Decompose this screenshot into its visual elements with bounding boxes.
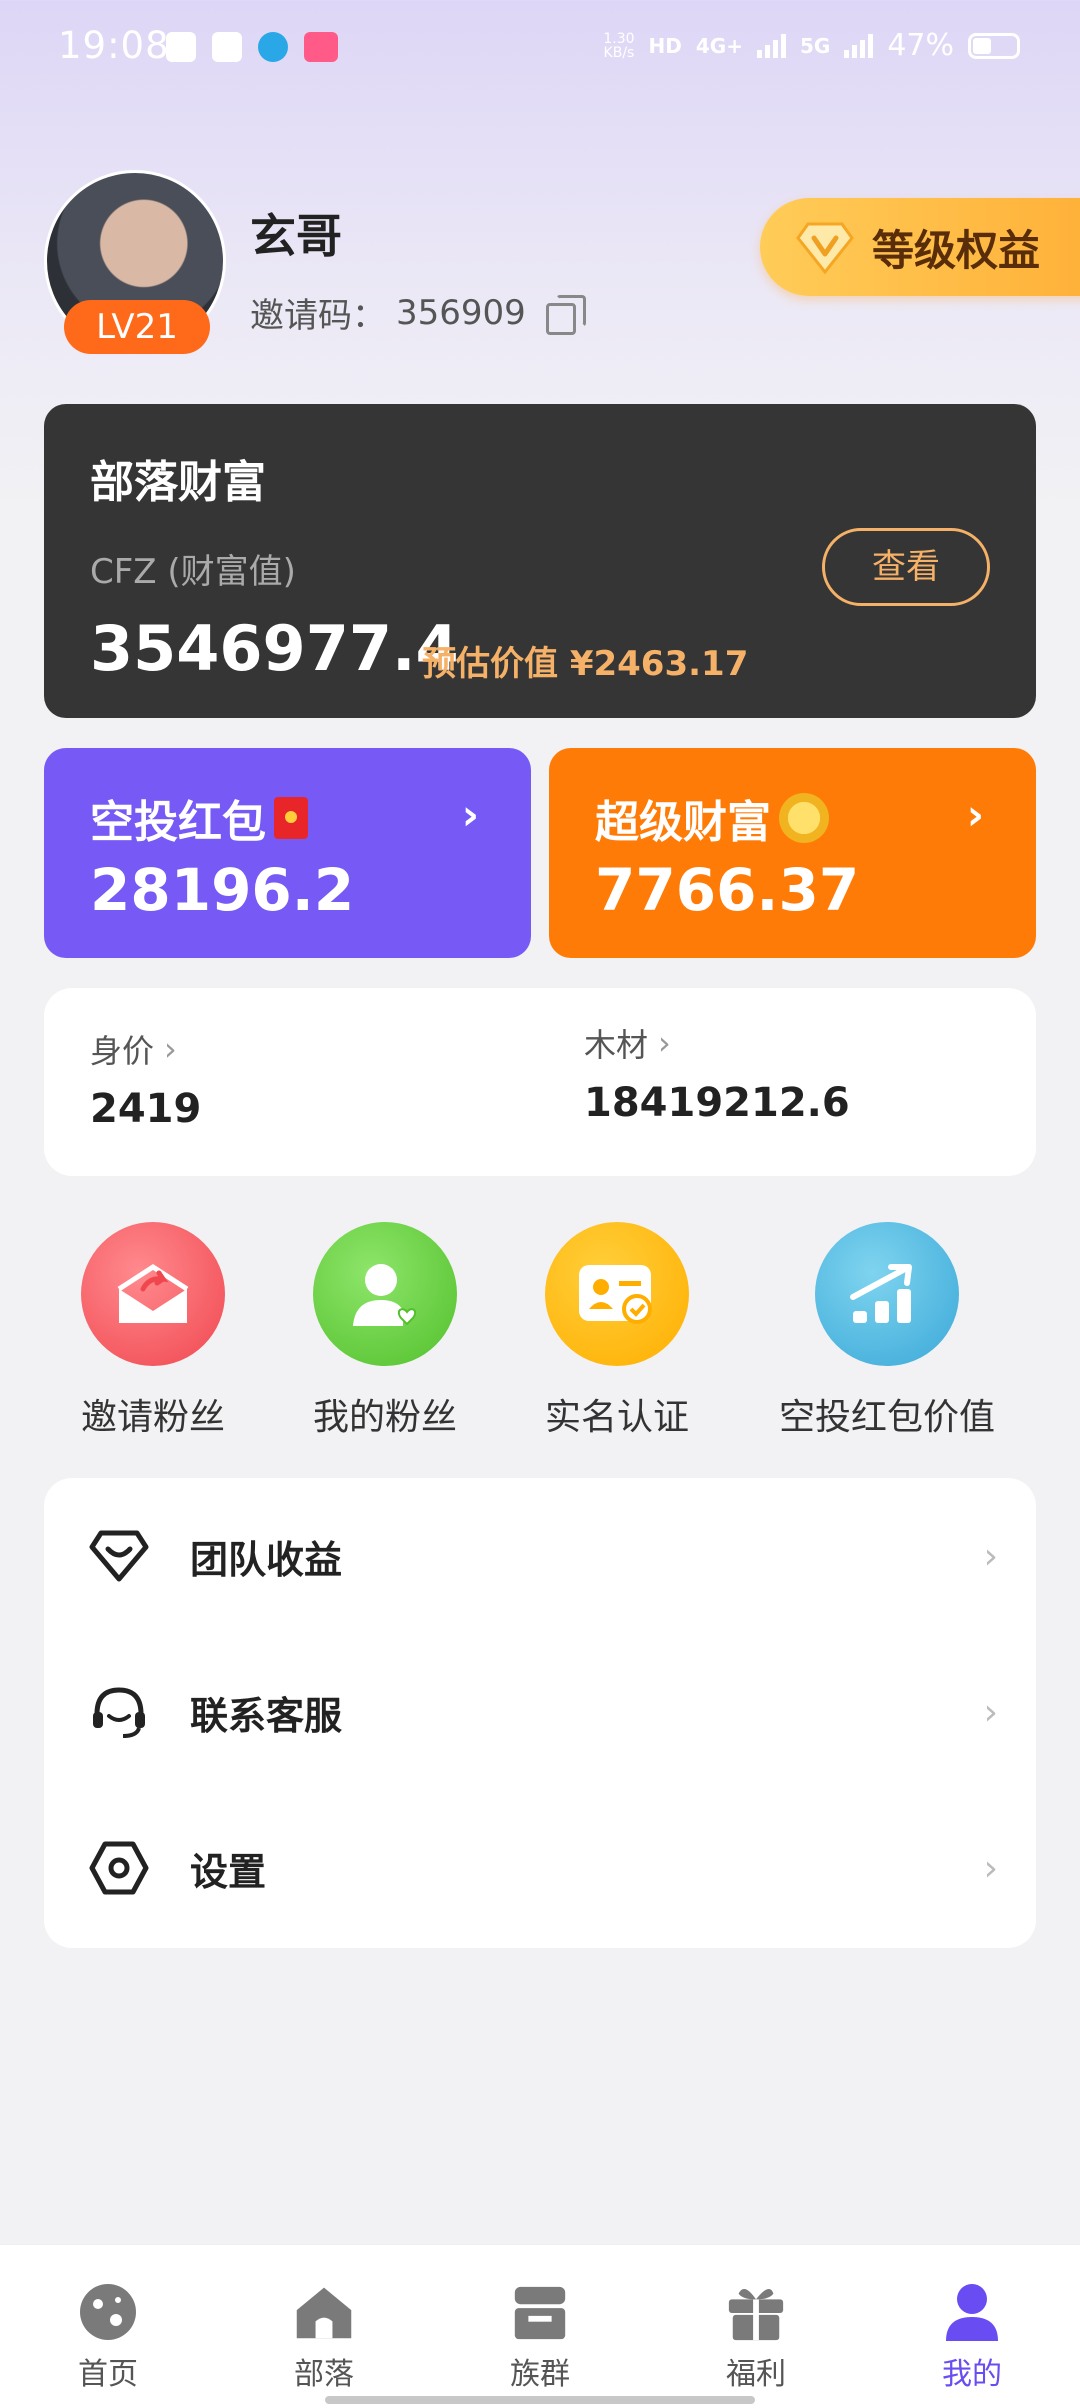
network-speed: 1.30 KB/s bbox=[603, 32, 634, 60]
tribe-wealth-card: 部落财富 CFZ (财富值) 3546977.4 预估价值 ¥2463.17 查… bbox=[44, 404, 1036, 718]
worth-label-row: 身价 › bbox=[90, 1026, 201, 1072]
menu-item-contact-service[interactable]: 联系客服 › bbox=[44, 1634, 1036, 1790]
bilibili-icon bbox=[304, 32, 338, 62]
signal-5g-icon bbox=[844, 33, 874, 58]
bottom-nav: 首页 部落 族群 福利 我的 bbox=[0, 2244, 1080, 2408]
nav-mine[interactable]: 我的 bbox=[864, 2245, 1080, 2408]
avatar-block[interactable]: LV21 bbox=[44, 170, 226, 354]
nav-home[interactable]: 首页 bbox=[0, 2245, 216, 2408]
chevron-right-icon: › bbox=[164, 1030, 177, 1068]
airdrop-red-packet-card[interactable]: 空投红包 28196.2 › bbox=[44, 748, 531, 958]
chat-app-icon bbox=[212, 32, 242, 62]
invite-fans-label: 邀请粉丝 bbox=[80, 1397, 225, 1438]
worth-stat[interactable]: 身价 › 2419 bbox=[90, 1026, 201, 1132]
signal-4g-icon bbox=[756, 33, 786, 58]
hd-icon: HD bbox=[648, 33, 682, 58]
nav-mine-label: 我的 bbox=[942, 2357, 1002, 2392]
store-icon bbox=[509, 2281, 571, 2343]
wealth-value: 3546977.4 bbox=[90, 612, 459, 685]
super-wealth-title-row: 超级财富 bbox=[595, 786, 829, 850]
verify-label: 实名认证 bbox=[544, 1397, 689, 1438]
my-fans-action[interactable]: 我的粉丝 bbox=[270, 1222, 500, 1440]
nav-group[interactable]: 族群 bbox=[432, 2245, 648, 2408]
level-rights-button[interactable]: 等级权益 bbox=[760, 198, 1080, 296]
airdrop-title: 空投红包 bbox=[90, 797, 266, 848]
notification-icons bbox=[166, 32, 338, 62]
chevron-right-icon: › bbox=[983, 1535, 998, 1577]
chevron-right-icon: › bbox=[966, 790, 984, 839]
airdrop-value-action[interactable]: 空投红包价值 bbox=[772, 1222, 1002, 1440]
chevron-right-icon: › bbox=[983, 1847, 998, 1889]
menu-list: 团队收益 › 联系客服 › 设置 › bbox=[44, 1478, 1036, 1948]
nav-tribe-label: 部落 bbox=[294, 2357, 354, 2392]
contact-service-label: 联系客服 bbox=[190, 1693, 343, 1738]
user-name: 玄哥 bbox=[250, 209, 342, 263]
verify-action[interactable]: 实名认证 bbox=[502, 1222, 732, 1440]
invite-code-row: 邀请码： 356909 bbox=[250, 288, 586, 337]
chevron-right-icon: › bbox=[461, 790, 479, 839]
airdrop-title-row: 空投红包 bbox=[90, 786, 308, 850]
my-fans-label: 我的粉丝 bbox=[312, 1397, 457, 1438]
wood-label-row: 木材 › bbox=[584, 1020, 850, 1066]
wood-value: 18419212.6 bbox=[584, 1080, 850, 1126]
invite-fans-action[interactable]: 邀请粉丝 bbox=[38, 1222, 268, 1440]
invite-code-value: 356909 bbox=[396, 292, 526, 333]
level-badge: LV21 bbox=[64, 300, 210, 354]
settings-label: 设置 bbox=[190, 1849, 267, 1894]
diamond-icon bbox=[796, 220, 854, 275]
home-indicator[interactable] bbox=[325, 2396, 755, 2404]
network-speed-value: 1.30 bbox=[603, 30, 635, 47]
super-wealth-card[interactable]: 超级财富 7766.37 › bbox=[549, 748, 1036, 958]
nav-welfare[interactable]: 福利 bbox=[648, 2245, 864, 2408]
battery-percent: 47% bbox=[887, 28, 954, 63]
nav-home-label: 首页 bbox=[78, 2357, 138, 2392]
nav-welfare-label: 福利 bbox=[726, 2357, 786, 2392]
invite-fans-icon bbox=[81, 1222, 225, 1366]
chevron-right-icon: › bbox=[658, 1024, 671, 1062]
worth-value: 2419 bbox=[90, 1086, 202, 1132]
wood-stat[interactable]: 木材 › 18419212.6 bbox=[584, 1020, 850, 1126]
status-bar: 19:08 1.30 KB/s HD 4G+ 5G 47% bbox=[0, 0, 1080, 100]
my-fans-icon bbox=[313, 1222, 457, 1366]
status-time: 19:08 bbox=[58, 24, 170, 67]
planet-icon bbox=[77, 2281, 139, 2343]
wealth-title: 部落财富 bbox=[90, 457, 266, 508]
diamond-outline-icon bbox=[86, 1523, 152, 1589]
nav-tribe[interactable]: 部落 bbox=[216, 2245, 432, 2408]
user-icon bbox=[941, 2281, 1003, 2343]
network-4g-label: 4G+ bbox=[695, 33, 743, 58]
worth-label: 身价 bbox=[90, 1032, 155, 1070]
wealth-subtitle: CFZ (财富值) bbox=[90, 552, 296, 592]
status-indicators: 1.30 KB/s HD 4G+ 5G 47% bbox=[603, 28, 1020, 63]
battery-icon bbox=[968, 32, 1020, 59]
qq-icon bbox=[258, 32, 288, 62]
settings-hex-icon bbox=[86, 1835, 152, 1901]
airdrop-value: 28196.2 bbox=[90, 856, 355, 924]
house-icon bbox=[293, 2281, 355, 2343]
super-wealth-value: 7766.37 bbox=[595, 856, 860, 924]
wood-label: 木材 bbox=[584, 1026, 649, 1064]
stats-card: 身价 › 2419 木材 › 18419212.6 bbox=[44, 988, 1036, 1176]
chart-up-icon bbox=[815, 1222, 959, 1366]
network-speed-unit: KB/s bbox=[603, 44, 635, 61]
airdrop-value-label: 空投红包价值 bbox=[778, 1397, 995, 1438]
id-card-icon bbox=[545, 1222, 689, 1366]
team-income-label: 团队收益 bbox=[190, 1537, 343, 1582]
network-5g-label: 5G bbox=[799, 33, 831, 58]
flash-app-icon bbox=[166, 32, 196, 62]
level-rights-label: 等级权益 bbox=[872, 225, 1041, 275]
chevron-right-icon: › bbox=[983, 1691, 998, 1733]
view-button[interactable]: 查看 bbox=[822, 528, 990, 606]
headset-icon bbox=[86, 1679, 152, 1745]
copy-icon[interactable] bbox=[545, 294, 586, 335]
gift-icon bbox=[725, 2281, 787, 2343]
red-envelope-icon bbox=[274, 797, 308, 839]
menu-item-settings[interactable]: 设置 › bbox=[44, 1790, 1036, 1946]
invite-code-label: 邀请码： bbox=[250, 296, 386, 336]
super-wealth-title: 超级财富 bbox=[595, 797, 771, 848]
menu-item-team-income[interactable]: 团队收益 › bbox=[44, 1478, 1036, 1634]
coin-icon bbox=[779, 793, 829, 843]
wealth-estimate: 预估价值 ¥2463.17 bbox=[422, 644, 749, 684]
nav-group-label: 族群 bbox=[510, 2357, 570, 2392]
